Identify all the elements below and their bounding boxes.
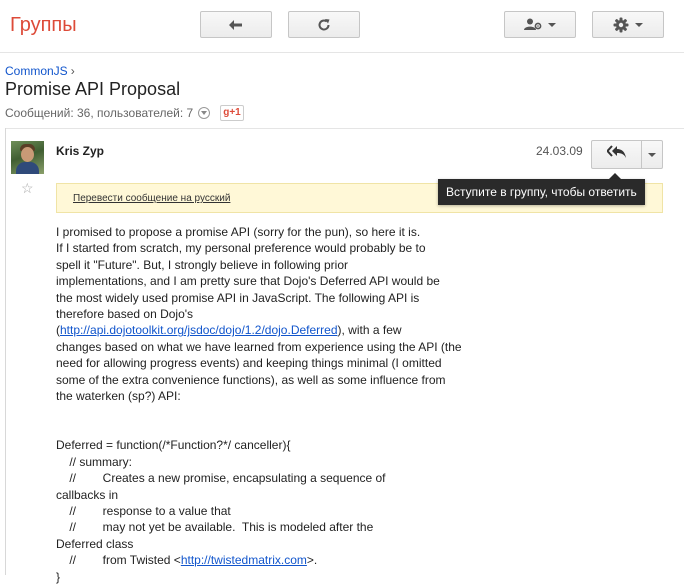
gplus-button[interactable]: g+1: [220, 105, 244, 121]
chevron-down-icon: [548, 22, 556, 27]
message-divider: [5, 128, 684, 129]
back-arrow-icon: [228, 19, 244, 31]
top-divider: [0, 52, 684, 53]
message-date: 24.03.09: [536, 144, 583, 158]
refresh-icon: [317, 18, 331, 32]
message-border: [5, 128, 6, 575]
twisted-link[interactable]: http://twistedmatrix.com: [181, 553, 307, 567]
thread-stats-text: Сообщений: 36, пользователей: 7: [5, 106, 194, 120]
breadcrumb: CommonJS ›: [5, 64, 75, 78]
refresh-button[interactable]: [288, 11, 360, 38]
chevron-down-icon: [635, 22, 643, 27]
reply-all-button[interactable]: [591, 140, 642, 169]
user-settings-icon: [524, 18, 542, 31]
avatar[interactable]: [11, 141, 44, 174]
message-text: I promised to propose a promise API (sor…: [56, 225, 440, 338]
breadcrumb-separator: ›: [70, 64, 75, 78]
reply-options-button[interactable]: [641, 140, 663, 169]
user-settings-button[interactable]: [504, 11, 576, 38]
chevron-down-circle-icon[interactable]: [198, 107, 211, 119]
message-body: I promised to propose a promise API (sor…: [56, 224, 656, 585]
app-title[interactable]: Группы: [10, 14, 77, 37]
message-text: ), with a few changes based on what we h…: [56, 323, 462, 568]
back-button[interactable]: [200, 11, 272, 38]
reply-all-icon: [605, 145, 627, 164]
gear-icon: [613, 17, 629, 33]
star-icon[interactable]: ☆: [21, 180, 34, 197]
dojo-deferred-link[interactable]: http://api.dojotoolkit.org/jsdoc/dojo/1.…: [60, 323, 338, 337]
chevron-down-icon: [648, 152, 656, 157]
top-bar: Группы: [0, 0, 684, 52]
settings-button[interactable]: [592, 11, 664, 38]
message-author[interactable]: Kris Zyp: [56, 144, 104, 158]
thread-stats: Сообщений: 36, пользователей: 7 g+1: [5, 105, 244, 121]
thread-title: Promise API Proposal: [5, 79, 181, 99]
breadcrumb-group-link[interactable]: CommonJS: [5, 64, 68, 78]
join-group-tooltip: Вступите в группу, чтобы ответить: [438, 179, 645, 205]
translate-link[interactable]: Перевести сообщение на русский: [73, 193, 230, 204]
